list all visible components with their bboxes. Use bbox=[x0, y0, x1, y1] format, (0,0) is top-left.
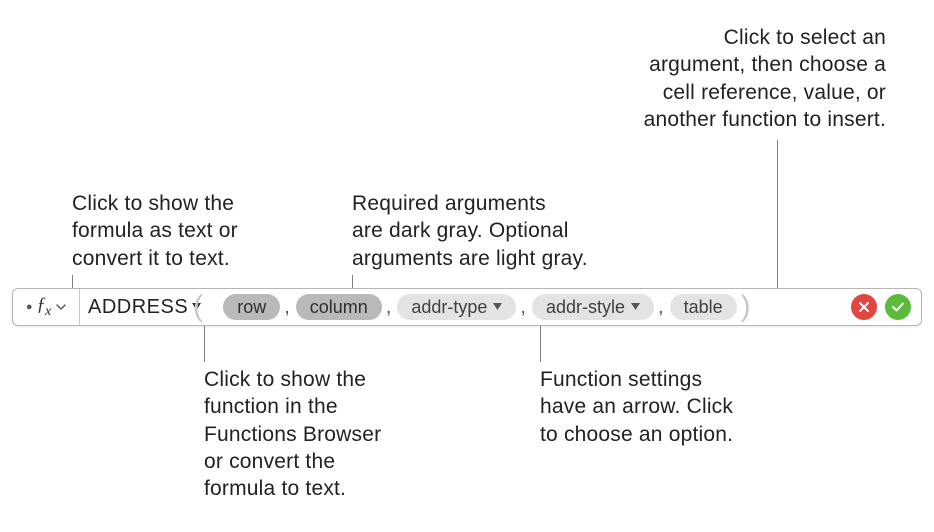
argument-token-addr-style[interactable]: addr-style bbox=[532, 294, 654, 320]
argument-label: addr-type bbox=[411, 297, 487, 318]
paren-close: ) bbox=[741, 290, 751, 324]
argument-list: row, column, addr-type, addr-style, table bbox=[223, 294, 736, 320]
formula-editor-bar: ● ƒx ADDRESS ( row, column, addr-type, addr… bbox=[12, 288, 922, 326]
argument-token-table[interactable]: table bbox=[670, 294, 737, 320]
argument-token-addr-type[interactable]: addr-type bbox=[397, 294, 516, 320]
caret-down-icon bbox=[631, 303, 640, 311]
cancel-button[interactable] bbox=[851, 294, 877, 320]
argument-label: column bbox=[310, 297, 368, 318]
comma-separator: , bbox=[654, 296, 670, 319]
function-name-label: ADDRESS bbox=[88, 296, 188, 319]
leader-line bbox=[204, 322, 205, 362]
callout-function-name: Click to show the function in the Functi… bbox=[204, 366, 381, 502]
caret-down-icon bbox=[493, 303, 502, 311]
formula-input-area[interactable]: ADDRESS ( row, column, addr-type, addr-styl… bbox=[80, 289, 851, 325]
accept-button[interactable] bbox=[885, 294, 911, 320]
callout-required-args: Required arguments are dark gray. Option… bbox=[352, 190, 588, 272]
argument-label: row bbox=[237, 297, 266, 318]
chevron-down-icon bbox=[56, 304, 66, 310]
callout-function-settings: Function settings have an arrow. Click t… bbox=[540, 366, 733, 448]
argument-token-row[interactable]: row bbox=[223, 294, 280, 320]
fx-menu[interactable]: ● ƒx bbox=[13, 289, 79, 325]
argument-label: table bbox=[684, 297, 723, 318]
fx-label: ƒx bbox=[36, 294, 50, 320]
argument-label: addr-style bbox=[546, 297, 625, 318]
formula-action-buttons bbox=[851, 294, 921, 320]
function-name-token[interactable]: ADDRESS bbox=[88, 296, 205, 319]
argument-token-column[interactable]: column bbox=[296, 294, 382, 320]
callout-select-argument: Click to select an argument, then choose… bbox=[476, 24, 886, 133]
comma-separator: , bbox=[382, 296, 398, 319]
leader-line bbox=[540, 322, 541, 362]
comma-separator: , bbox=[516, 296, 532, 319]
comma-separator: , bbox=[280, 296, 296, 319]
leader-line bbox=[777, 140, 778, 293]
callout-fx: Click to show the formula as text or con… bbox=[72, 190, 238, 272]
bullet-icon: ● bbox=[26, 302, 33, 313]
paren-open: ( bbox=[193, 290, 203, 324]
